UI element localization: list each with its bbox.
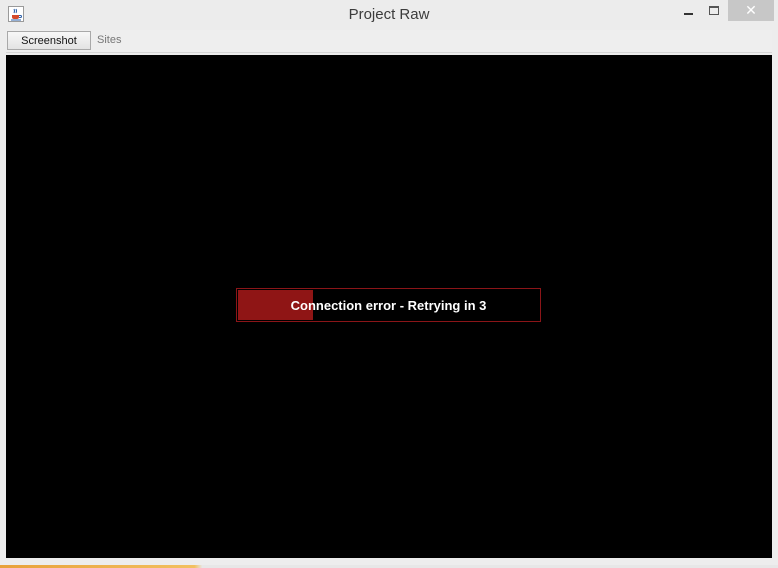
title-bar[interactable]: Project Raw ✕ <box>0 0 778 30</box>
connection-progress-bar: Connection error - Retrying in 3 <box>236 288 541 322</box>
minimize-icon <box>683 12 693 15</box>
toolbar: Screenshot Sites <box>6 30 772 53</box>
maximize-icon <box>709 6 719 15</box>
connection-status-text: Connection error - Retrying in 3 <box>290 297 487 313</box>
app-window: Project Raw ✕ Screenshot Sites Connectio… <box>0 0 778 568</box>
close-icon: ✕ <box>745 2 757 19</box>
game-canvas[interactable]: Connection error - Retrying in 3 <box>6 55 772 558</box>
close-button[interactable]: ✕ <box>728 0 774 21</box>
window-title: Project Raw <box>348 6 430 23</box>
maximize-button[interactable] <box>700 0 728 21</box>
sites-menu[interactable]: Sites <box>97 34 121 46</box>
screenshot-button[interactable]: Screenshot <box>7 31 91 50</box>
